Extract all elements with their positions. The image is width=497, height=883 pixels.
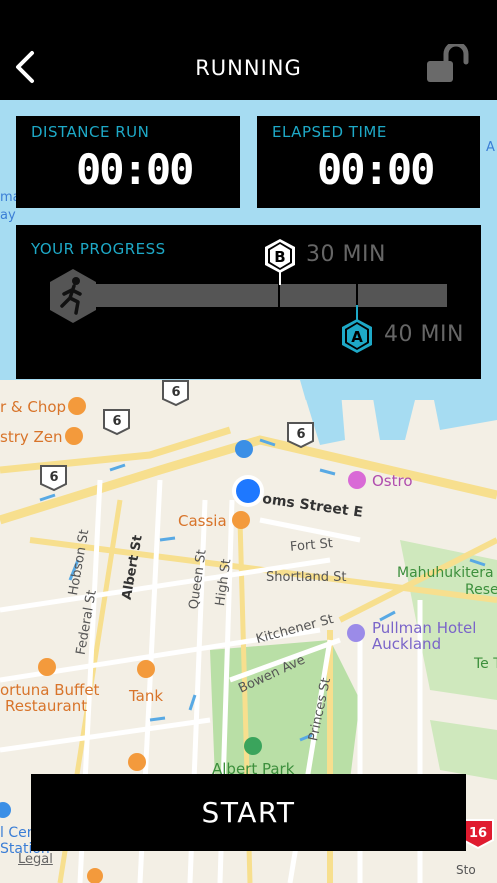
- progress-track: [77, 284, 447, 307]
- map-label: Te T: [474, 656, 497, 672]
- food-pin-icon[interactable]: [128, 753, 146, 771]
- park-pin-icon[interactable]: [244, 737, 262, 755]
- map-label: Auckland: [372, 635, 442, 653]
- cafe-pin-icon[interactable]: [137, 660, 155, 678]
- map-label: A: [486, 140, 495, 155]
- map-label: Tank: [129, 687, 164, 705]
- svg-text:B: B: [274, 248, 285, 266]
- progress-label: YOUR PROGRESS: [31, 240, 166, 258]
- hotel-pin-icon[interactable]: [347, 624, 365, 642]
- progress-tick-b: [278, 284, 280, 307]
- map-label: Cassia: [178, 512, 227, 530]
- distance-value: 00:00: [76, 145, 194, 194]
- restaurant-pin-icon[interactable]: [68, 397, 86, 415]
- runner-icon: [50, 269, 96, 323]
- restaurant-pin-icon[interactable]: [38, 658, 56, 676]
- distance-label: DISTANCE RUN: [31, 123, 150, 141]
- svg-text:16: 16: [469, 826, 487, 841]
- route-badge-6: 6: [103, 409, 130, 436]
- svg-text:A: A: [351, 328, 363, 346]
- distance-panel: DISTANCE RUN 00:00: [16, 116, 240, 208]
- start-button[interactable]: START: [31, 774, 466, 851]
- map-label: Mahuhukitera: [397, 565, 494, 581]
- map-label: Shortland St: [266, 570, 347, 585]
- bar-pin-icon[interactable]: [348, 471, 366, 489]
- map-label: Ostro: [372, 472, 413, 490]
- svg-text:6: 6: [112, 414, 121, 429]
- elapsed-panel: ELAPSED TIME 00:00: [257, 116, 480, 208]
- route-badge-6: 6: [162, 380, 189, 407]
- svg-text:6: 6: [49, 470, 58, 485]
- map-label: stry Zen: [0, 428, 63, 446]
- top-bar: RUNNING: [0, 0, 497, 100]
- map-label: r & Chop: [0, 398, 67, 416]
- current-location-dot: [236, 479, 260, 503]
- marker-b-label: 30 MIN: [306, 242, 386, 267]
- marker-b-icon: B: [265, 239, 295, 285]
- svg-text:6: 6: [296, 427, 305, 442]
- unlock-icon[interactable]: [424, 44, 474, 84]
- page-title: RUNNING: [195, 56, 302, 80]
- map-label: Rese: [465, 582, 497, 598]
- map-label: Sto: [456, 863, 476, 877]
- restaurant-pin-icon[interactable]: [232, 511, 250, 529]
- marker-a-icon: A: [342, 305, 372, 353]
- progress-tick-a: [356, 284, 358, 307]
- transit-pin-icon[interactable]: [235, 440, 253, 458]
- elapsed-value: 00:00: [317, 145, 435, 194]
- restaurant-pin-icon[interactable]: [65, 427, 83, 445]
- map-label: Restaurant: [5, 697, 88, 715]
- elapsed-label: ELAPSED TIME: [272, 123, 387, 141]
- marker-a-label: 40 MIN: [384, 322, 464, 347]
- route-badge-6: 6: [40, 465, 67, 492]
- map-label: ay: [0, 208, 16, 223]
- svg-text:6: 6: [171, 385, 180, 400]
- route-badge-6: 6: [287, 422, 314, 449]
- legal-link[interactable]: Legal: [18, 852, 53, 867]
